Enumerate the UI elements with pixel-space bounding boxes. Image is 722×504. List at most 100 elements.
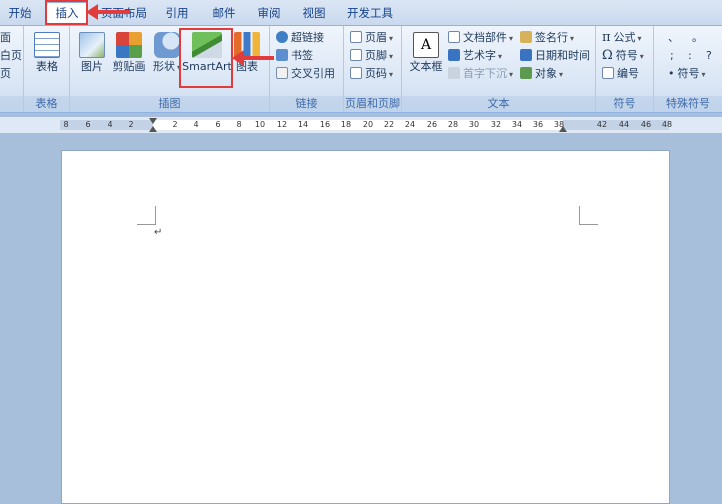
- bookmark-button[interactable]: 书签: [276, 47, 313, 64]
- group-illustrations-label: 插图: [70, 96, 269, 112]
- horizontal-ruler[interactable]: 8 6 4 2 2 4 6 8 10 12 14 16 18 20 22 24 26 28 30 32 34 36 38 42…: [0, 117, 722, 134]
- picture-icon: [79, 32, 105, 58]
- ruler-tick-label: 34: [511, 120, 523, 129]
- tab-home[interactable]: 开始: [2, 4, 38, 22]
- object-icon: [520, 67, 532, 79]
- paragraph-mark: ↵: [154, 227, 163, 238]
- bookmark-icon: [276, 49, 288, 61]
- ruler-tick-label: 46: [640, 120, 652, 129]
- ribbon-insert: 面 白页 页 表格 表格 图片 剪贴画 形状 ▾ SmartArt 图表 插图 …: [0, 25, 722, 113]
- ruler-tick-label: 48: [661, 120, 673, 129]
- tab-view[interactable]: 视图: [297, 4, 331, 22]
- special-char-question[interactable]: ?: [706, 47, 712, 64]
- special-char-period[interactable]: 。: [692, 29, 703, 46]
- date-time-button[interactable]: 日期和时间: [520, 47, 590, 64]
- signature-line-button[interactable]: 签名行 ▾: [520, 29, 574, 46]
- group-text: A 文本框 文档部件 ▾ 艺术字 ▾ 首字下沉 ▾ 签名行 ▾ 日期和时间 对象 ▾ 文本: [402, 26, 596, 112]
- ruler-tick-label: 26: [426, 120, 438, 129]
- table-button[interactable]: 表格: [29, 28, 65, 94]
- hanging-indent-marker[interactable]: [149, 126, 157, 132]
- arrow-to-smartart-button: [232, 50, 274, 66]
- numbering-button[interactable]: 编号: [602, 65, 639, 82]
- group-illustrations: 图片 剪贴画 形状 ▾ SmartArt 图表 插图: [70, 26, 270, 112]
- hyperlink-button[interactable]: 超链接: [276, 29, 324, 46]
- special-char-comma[interactable]: 、: [668, 29, 679, 46]
- pi-icon: π: [602, 30, 611, 45]
- header-button[interactable]: 页眉 ▾: [350, 29, 393, 46]
- ruler-tick-label: 2: [128, 120, 134, 129]
- cover-page-item[interactable]: 面: [0, 29, 11, 46]
- cross-reference-button[interactable]: 交叉引用: [276, 65, 335, 82]
- ruler-tick-label: 30: [468, 120, 480, 129]
- ruler-tick-label: 28: [447, 120, 459, 129]
- table-button-label: 表格: [36, 60, 58, 73]
- footer-icon: [350, 49, 362, 61]
- blank-page-item[interactable]: 白页: [0, 47, 22, 64]
- ruler-right-margin: [563, 120, 669, 130]
- tab-developer[interactable]: 开发工具: [343, 4, 397, 22]
- group-symbols: π 公式 ▾ Ω 符号 ▾ 编号 符号: [596, 26, 654, 112]
- omega-icon: Ω: [602, 48, 613, 63]
- ruler-tick-label: 2: [172, 120, 178, 129]
- page-number-button[interactable]: 页码 ▾: [350, 65, 393, 82]
- group-tables: 表格 表格: [24, 26, 70, 112]
- object-button[interactable]: 对象 ▾: [520, 65, 563, 82]
- ruler-tick-label: 6: [215, 120, 221, 129]
- first-line-indent-marker[interactable]: [149, 118, 157, 124]
- group-pages-label: [0, 96, 23, 112]
- wordart-button[interactable]: 艺术字 ▾: [448, 47, 502, 64]
- ruler-tick-label: 20: [362, 120, 374, 129]
- bullet-icon: •: [668, 67, 675, 80]
- clipart-icon: [116, 32, 142, 58]
- ruler-tick-label: 22: [383, 120, 395, 129]
- group-text-label: 文本: [402, 96, 595, 112]
- tab-references[interactable]: 引用: [160, 4, 194, 22]
- table-icon: [34, 32, 60, 58]
- tab-mailings[interactable]: 邮件: [207, 4, 241, 22]
- clipart-button[interactable]: 剪贴画: [110, 28, 148, 94]
- ruler-tick-label: 16: [319, 120, 331, 129]
- ruler-tick-label: 32: [490, 120, 502, 129]
- ruler-tick-label: 4: [107, 120, 113, 129]
- group-symbols-label: 符号: [596, 96, 653, 112]
- equation-button[interactable]: π 公式 ▾: [602, 29, 642, 46]
- quick-parts-icon: [448, 31, 460, 43]
- ruler-tick-label: 44: [618, 120, 630, 129]
- special-symbol-button[interactable]: • 符号 ▾: [668, 65, 706, 82]
- highlight-smartart-button: [179, 28, 233, 88]
- ruler-tick-label: 42: [596, 120, 608, 129]
- symbol-button[interactable]: Ω 符号 ▾: [602, 47, 644, 64]
- header-icon: [350, 31, 362, 43]
- picture-button[interactable]: 图片: [74, 28, 110, 94]
- ruler-tick-label: 10: [254, 120, 266, 129]
- ruler-tick-label: 14: [297, 120, 309, 129]
- footer-button[interactable]: 页脚 ▾: [350, 47, 393, 64]
- page-number-icon: [350, 67, 362, 79]
- signature-icon: [520, 31, 532, 43]
- dropcap-button[interactable]: 首字下沉 ▾: [448, 65, 513, 82]
- ruler-tick-label: 6: [85, 120, 91, 129]
- top-right-margin-mark: [579, 206, 598, 225]
- group-special-symbols: 、 。 ; : ? • 符号 ▾ 特殊符号: [654, 26, 722, 112]
- ruler-tick-label: 24: [404, 120, 416, 129]
- hyperlink-icon: [276, 31, 288, 43]
- textbox-button-label: 文本框: [409, 60, 443, 73]
- quick-parts-button[interactable]: 文档部件 ▾: [448, 29, 513, 46]
- textbox-button[interactable]: A 文本框: [406, 28, 446, 94]
- ruler-tick-label: 36: [532, 120, 544, 129]
- special-char-colon[interactable]: :: [688, 47, 692, 64]
- group-special-symbols-label: 特殊符号: [654, 96, 722, 112]
- document-page[interactable]: ↵: [61, 150, 670, 504]
- ruler-tick-label: 8: [236, 120, 242, 129]
- ruler-tick-label: 4: [193, 120, 199, 129]
- dropcap-icon: [448, 67, 460, 79]
- shapes-icon: [154, 32, 180, 58]
- page-break-item[interactable]: 页: [0, 65, 11, 82]
- group-header-footer-label: 页眉和页脚: [344, 96, 401, 112]
- group-tables-label: 表格: [24, 96, 69, 112]
- special-char-semicolon[interactable]: ;: [670, 47, 674, 64]
- arrow-to-insert-tab: [86, 4, 130, 20]
- highlight-insert-tab: [45, 0, 88, 25]
- tab-review[interactable]: 审阅: [252, 4, 286, 22]
- right-indent-marker[interactable]: [559, 126, 567, 132]
